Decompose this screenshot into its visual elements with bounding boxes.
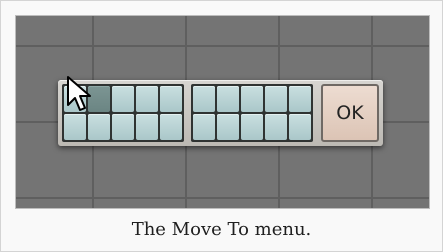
grid-cell[interactable] xyxy=(265,86,287,112)
grid-cell[interactable] xyxy=(241,86,263,112)
grid-cell[interactable] xyxy=(193,114,215,140)
figure-caption: The Move To menu. xyxy=(131,219,312,240)
move-to-menu: OK xyxy=(58,80,383,146)
grid-cell[interactable] xyxy=(64,114,86,140)
grid-cell[interactable] xyxy=(265,114,287,140)
grid-cell[interactable] xyxy=(289,86,311,112)
grid-cell[interactable] xyxy=(112,114,134,140)
grid-cell[interactable] xyxy=(88,114,110,140)
grid-cell[interactable] xyxy=(289,114,311,140)
game-board-screenshot: OK xyxy=(15,15,430,209)
mouse-pointer-icon xyxy=(67,76,91,111)
grid-cell[interactable] xyxy=(160,114,182,140)
grid-cell[interactable] xyxy=(217,114,239,140)
grid-cell[interactable] xyxy=(136,86,158,112)
grid-cell[interactable] xyxy=(241,114,263,140)
figure-frame: OK The Move To menu. xyxy=(0,0,443,252)
ok-button[interactable]: OK xyxy=(321,84,379,142)
grid-cell[interactable] xyxy=(136,114,158,140)
grid-cell[interactable] xyxy=(160,86,182,112)
grid-group-two xyxy=(191,84,313,142)
grid-cell[interactable] xyxy=(217,86,239,112)
grid-cell[interactable] xyxy=(193,86,215,112)
grid-cell[interactable] xyxy=(112,86,134,112)
